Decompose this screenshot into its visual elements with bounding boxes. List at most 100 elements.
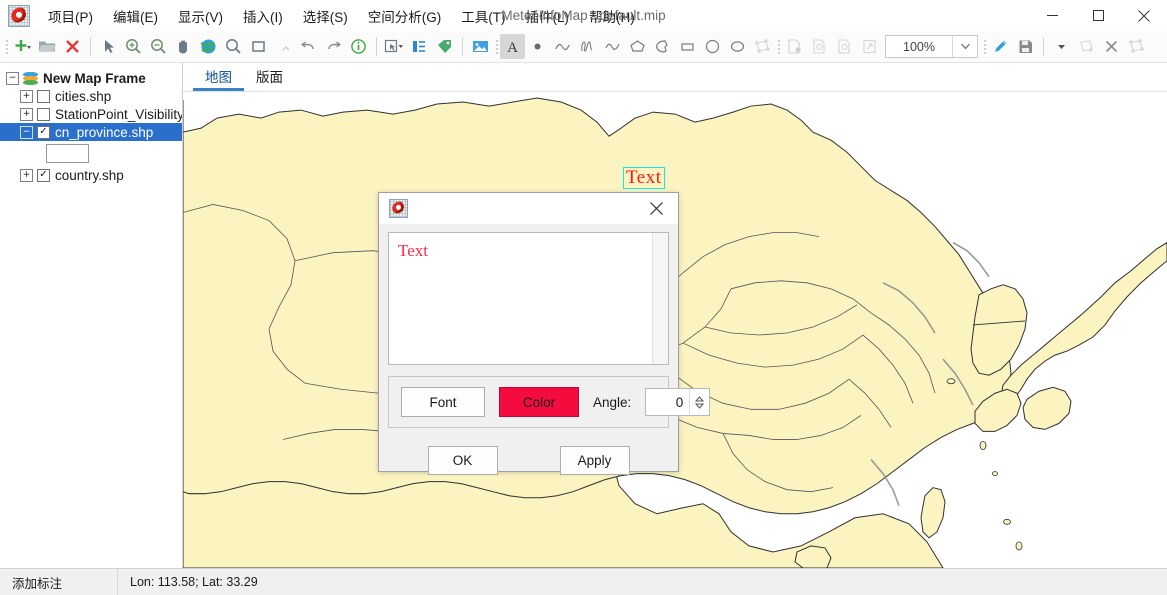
menu-select[interactable]: 选择(S) <box>293 2 358 30</box>
layer-visibility-checkbox[interactable]: ✓ <box>37 125 50 139</box>
map-annotation-text[interactable]: Text <box>623 167 665 189</box>
new-layer-icon[interactable] <box>10 34 35 59</box>
map-canvas[interactable]: Text Text Font Color Angle: 0 OK Apply <box>183 92 1167 568</box>
tab-layout[interactable]: 版面 <box>244 63 295 91</box>
polyline-icon[interactable] <box>550 34 575 59</box>
maximize-button[interactable] <box>1075 0 1121 31</box>
app-logo-icon <box>8 4 30 27</box>
application-window: 项目(P) 编辑(E) 显示(V) 插入(I) 选择(S) 空间分析(G) 工具… <box>0 0 1167 595</box>
attribute-table-icon[interactable] <box>407 34 432 59</box>
full-extent-globe-icon[interactable] <box>196 34 221 59</box>
check-icon: ✓ <box>39 169 48 180</box>
layer-visibility-checkbox[interactable]: ✓ <box>37 168 50 182</box>
save-edits-icon[interactable] <box>1013 34 1038 59</box>
menu-tools[interactable]: 工具(T) <box>451 2 515 30</box>
expand-icon[interactable]: + <box>20 168 33 182</box>
collapse-icon[interactable]: − <box>6 71 19 85</box>
edit-pencil-icon[interactable] <box>988 34 1013 59</box>
reshape-icon[interactable] <box>1124 34 1149 59</box>
zoom-in-icon[interactable] <box>121 34 146 59</box>
toolbar-grip-2[interactable] <box>493 37 500 56</box>
identify-zoom-icon[interactable] <box>221 34 246 59</box>
text-input-area[interactable]: Text <box>388 232 669 365</box>
font-button[interactable]: Font <box>401 387 485 417</box>
layer-label: cities.shp <box>55 88 112 104</box>
angle-label: Angle: <box>593 394 632 410</box>
tab-map[interactable]: 地图 <box>193 63 244 91</box>
curve-polygon-icon[interactable] <box>750 34 775 59</box>
redo-icon[interactable] <box>321 34 346 59</box>
layer-visibility-checkbox[interactable] <box>37 89 50 103</box>
ok-button[interactable]: OK <box>427 446 498 475</box>
delete-feature-icon[interactable] <box>1099 34 1124 59</box>
freehand-polygon-icon[interactable] <box>650 34 675 59</box>
menu-view[interactable]: 显示(V) <box>168 2 233 30</box>
main-body: − New Map Frame + cities.shp + StationPo… <box>0 63 1167 568</box>
layer-visibility-checkbox[interactable] <box>37 107 50 121</box>
menu-help[interactable]: 帮助(H) <box>579 2 645 30</box>
edit-vertex-icon[interactable] <box>1074 34 1099 59</box>
open-folder-icon[interactable] <box>35 34 60 59</box>
layer-legend-symbol <box>46 144 89 163</box>
dropdown-arrow-icon[interactable] <box>1049 34 1074 59</box>
select-arrow-icon[interactable] <box>96 34 121 59</box>
toolbar-grip-4[interactable] <box>981 37 988 56</box>
zoom-level-value: 100% <box>903 39 935 54</box>
close-button[interactable] <box>1121 0 1167 31</box>
curve-icon[interactable] <box>600 34 625 59</box>
delete-icon[interactable] <box>60 34 85 59</box>
chevron-down-icon[interactable] <box>952 36 977 57</box>
rectangle-icon[interactable] <box>675 34 700 59</box>
circle-icon[interactable] <box>700 34 725 59</box>
fit-page-icon[interactable] <box>857 34 882 59</box>
select-feature-icon[interactable] <box>382 34 407 59</box>
main-toolbar: A 100% <box>0 31 1167 63</box>
layer-stationpoint-visibility[interactable]: + StationPoint_Visibility_ <box>0 105 182 123</box>
color-button[interactable]: Color <box>499 387 579 417</box>
layer-label: StationPoint_Visibility_ <box>55 106 183 122</box>
status-mode: 添加标注 <box>12 576 63 591</box>
menu-plugins[interactable]: 插件(L) <box>516 2 580 30</box>
angle-value[interactable]: 0 <box>646 389 689 415</box>
layer-cities[interactable]: + cities.shp <box>0 87 182 105</box>
dialog-close-button[interactable] <box>634 193 678 224</box>
toolbar-grip-3[interactable] <box>775 37 782 56</box>
menu-spatial-analysis[interactable]: 空间分析(G) <box>358 2 452 30</box>
pan-hand-icon[interactable] <box>171 34 196 59</box>
minimize-button[interactable] <box>1029 0 1075 31</box>
expand-icon[interactable]: + <box>20 89 33 103</box>
angle-spinner[interactable]: 0 <box>645 388 711 416</box>
layer-cn-province[interactable]: − ✓ cn_province.shp <box>0 123 182 141</box>
label-tag-icon[interactable] <box>432 34 457 59</box>
layer-country[interactable]: + ✓ country.shp <box>0 166 182 184</box>
page-setup-icon[interactable] <box>782 34 807 59</box>
point-icon[interactable] <box>525 34 550 59</box>
menu-insert[interactable]: 插入(I) <box>233 2 293 30</box>
dialog-body: Text Font Color Angle: 0 OK Apply <box>379 224 711 489</box>
toolbar-grip[interactable] <box>3 37 10 56</box>
spinner-arrows-icon[interactable] <box>689 389 709 415</box>
polygon-icon[interactable] <box>625 34 650 59</box>
freehand-icon[interactable] <box>575 34 600 59</box>
map-frame-node[interactable]: − New Map Frame <box>0 69 182 87</box>
text-tool-icon[interactable]: A <box>500 34 525 59</box>
map-frame-label: New Map Frame <box>43 70 146 86</box>
collapse-icon[interactable]: − <box>20 125 33 139</box>
undo-icon[interactable] <box>296 34 321 59</box>
zoom-previous-icon[interactable] <box>271 34 296 59</box>
ellipse-icon[interactable] <box>725 34 750 59</box>
status-coordinates: Lon: 113.58; Lat: 33.29 <box>130 575 258 589</box>
apply-button[interactable]: Apply <box>559 446 630 475</box>
zoom-out-icon[interactable] <box>146 34 171 59</box>
menu-edit[interactable]: 编辑(E) <box>103 2 168 30</box>
zoom-level-combobox[interactable]: 100% <box>885 35 978 58</box>
image-icon[interactable] <box>468 34 493 59</box>
textarea-scrollbar[interactable] <box>652 233 668 364</box>
info-icon[interactable] <box>346 34 371 59</box>
zoom-page-in-icon[interactable] <box>807 34 832 59</box>
dialog-title-bar[interactable] <box>379 193 678 224</box>
zoom-to-box-icon[interactable] <box>246 34 271 59</box>
menu-project[interactable]: 项目(P) <box>38 2 103 30</box>
zoom-page-out-icon[interactable] <box>832 34 857 59</box>
expand-icon[interactable]: + <box>20 107 33 121</box>
